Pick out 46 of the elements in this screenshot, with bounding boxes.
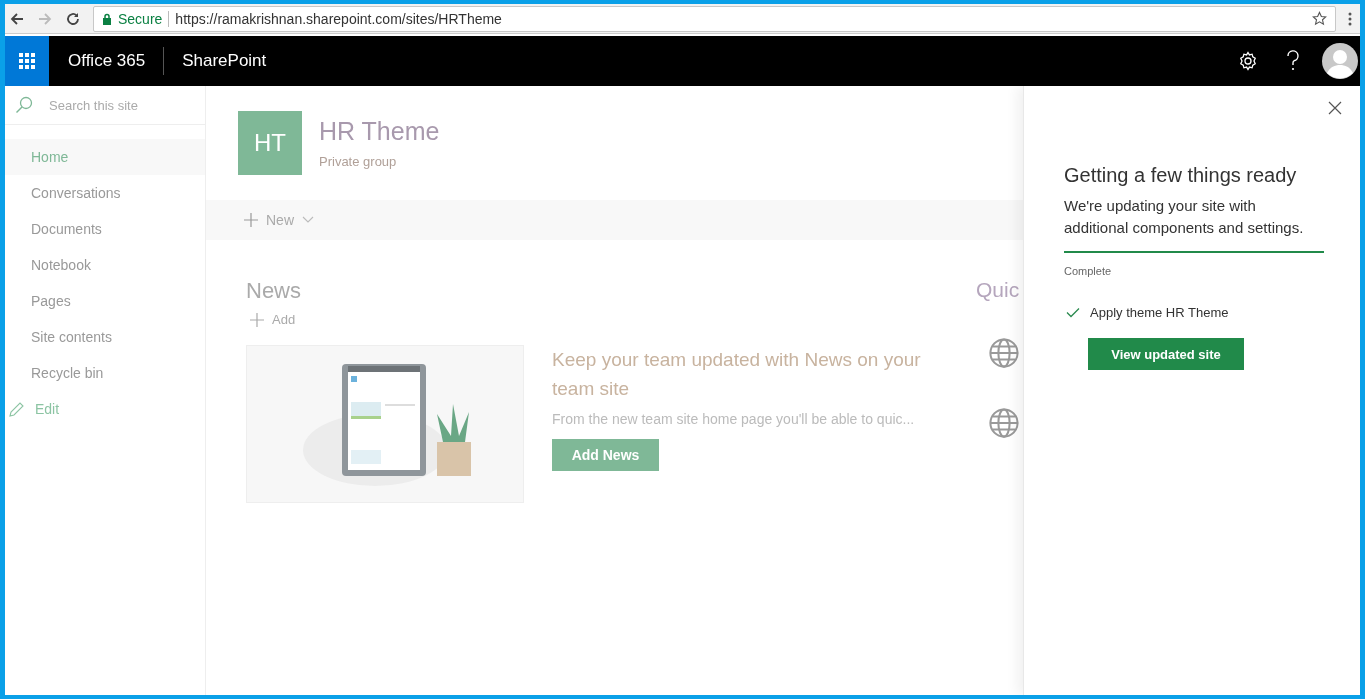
globe-icon[interactable] <box>989 338 1019 368</box>
nav-item[interactable]: Documents <box>5 211 205 247</box>
lock-icon <box>102 12 112 25</box>
view-updated-site-button[interactable]: View updated site <box>1088 338 1244 370</box>
globe-icon[interactable] <box>989 408 1019 438</box>
nav-item[interactable]: Conversations <box>5 175 205 211</box>
app-name[interactable]: SharePoint <box>182 51 267 71</box>
security-label: Secure <box>118 10 163 27</box>
site-logo[interactable]: HT <box>238 111 302 175</box>
nav-item[interactable]: Home <box>5 139 205 175</box>
edit-link[interactable]: Edit <box>35 401 60 417</box>
app-launcher-button[interactable] <box>5 36 49 86</box>
plus-icon <box>250 312 264 327</box>
url-text: https://ramakrishnan.sharepoint.com/sites/HRTheme <box>175 10 502 27</box>
news-heading: News <box>246 278 302 304</box>
close-icon[interactable] <box>1328 101 1342 115</box>
suite-brand[interactable]: Office 365 <box>68 51 146 71</box>
reload-icon[interactable] <box>65 10 81 27</box>
waffle-icon <box>19 53 35 69</box>
bookmark-star-icon[interactable] <box>1312 11 1327 26</box>
new-menu-button[interactable]: New <box>244 212 314 228</box>
news-card-title: Keep your team updated with News on your team site <box>552 348 922 401</box>
add-news-link[interactable]: Add <box>246 308 300 331</box>
chevron-down-icon <box>302 216 314 224</box>
plus-icon <box>244 213 258 227</box>
search-field[interactable]: Search this site <box>5 86 205 125</box>
site-subtitle: Private group <box>319 154 398 169</box>
nav-item[interactable]: Recycle bin <box>5 355 205 391</box>
site-title[interactable]: HR Theme <box>319 117 440 146</box>
nav-item[interactable]: Pages <box>5 283 205 319</box>
help-icon[interactable] <box>1286 50 1300 72</box>
panel-title: Getting a few things ready <box>1064 164 1298 187</box>
news-card-description: From the new team site home page you'll be able to quic... <box>552 411 916 427</box>
settings-icon[interactable] <box>1238 51 1258 71</box>
progress-status: Complete <box>1064 265 1113 277</box>
search-icon <box>15 96 33 114</box>
menu-icon[interactable] <box>1348 11 1352 26</box>
panel-message: We're updating your site with additional components and settings. <box>1064 196 1305 238</box>
avatar-icon[interactable] <box>1322 43 1358 79</box>
task-label: Apply theme HR Theme <box>1090 305 1229 320</box>
nav-item[interactable]: Site contents <box>5 319 205 355</box>
address-bar[interactable]: Secure https://ramakrishnan.sharepoint.com/sites/HRTheme <box>93 5 1336 32</box>
nav-item[interactable]: Notebook <box>5 247 205 283</box>
add-news-button[interactable]: Add News <box>552 439 659 471</box>
back-icon[interactable] <box>9 10 25 27</box>
quick-links-heading: Quic <box>976 278 1020 302</box>
